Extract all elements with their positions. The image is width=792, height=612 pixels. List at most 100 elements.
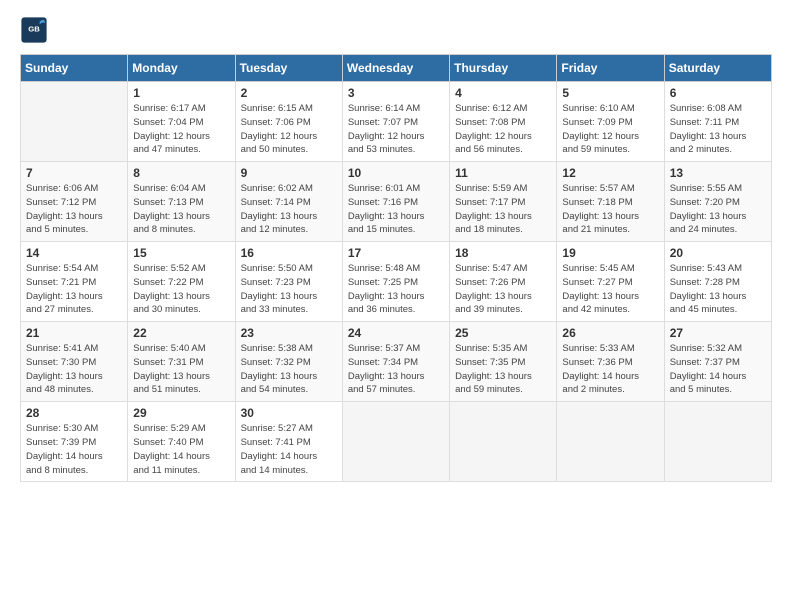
day-info: Sunrise: 5:37 AM Sunset: 7:34 PM Dayligh… xyxy=(348,342,444,397)
calendar-cell xyxy=(21,82,128,162)
day-info: Sunrise: 5:57 AM Sunset: 7:18 PM Dayligh… xyxy=(562,182,658,237)
day-info: Sunrise: 6:15 AM Sunset: 7:06 PM Dayligh… xyxy=(241,102,337,157)
day-number: 3 xyxy=(348,86,444,100)
day-number: 29 xyxy=(133,406,229,420)
calendar-cell: 19Sunrise: 5:45 AM Sunset: 7:27 PM Dayli… xyxy=(557,242,664,322)
page-header: GB xyxy=(20,16,772,44)
calendar-cell: 24Sunrise: 5:37 AM Sunset: 7:34 PM Dayli… xyxy=(342,322,449,402)
day-info: Sunrise: 6:14 AM Sunset: 7:07 PM Dayligh… xyxy=(348,102,444,157)
day-number: 17 xyxy=(348,246,444,260)
day-info: Sunrise: 5:59 AM Sunset: 7:17 PM Dayligh… xyxy=(455,182,551,237)
day-header-sunday: Sunday xyxy=(21,55,128,82)
day-number: 1 xyxy=(133,86,229,100)
calendar-cell: 13 Sunrise: 5:55 AM Sunset: 7:20 PM Dayli… xyxy=(664,162,771,242)
calendar-cell: 12 Sunrise: 5:57 AM Sunset: 7:18 PM Dayli… xyxy=(557,162,664,242)
logo: GB xyxy=(20,16,52,44)
day-number: 18 xyxy=(455,246,551,260)
calendar-header-row: SundayMondayTuesdayWednesdayThursdayFrid… xyxy=(21,55,772,82)
calendar-cell: 20 Sunrise: 5:43 AM Sunset: 7:28 PM Dayli… xyxy=(664,242,771,322)
calendar-cell: 5Sunrise: 6:10 AM Sunset: 7:09 PM Daylig… xyxy=(557,82,664,162)
day-number: 10 xyxy=(348,166,444,180)
day-info: Sunrise: 5:48 AM Sunset: 7:25 PM Dayligh… xyxy=(348,262,444,317)
day-info: Sunrise: 5:43 AM Sunset: 7:28 PM Dayligh… xyxy=(670,262,766,317)
calendar-cell: 3 Sunrise: 6:14 AM Sunset: 7:07 PM Daylig… xyxy=(342,82,449,162)
day-info: Sunrise: 5:54 AM Sunset: 7:21 PM Dayligh… xyxy=(26,262,122,317)
calendar-cell xyxy=(664,402,771,482)
calendar-cell: 18 Sunrise: 5:47 AM Sunset: 7:26 PM Dayli… xyxy=(450,242,557,322)
day-info: Sunrise: 5:40 AM Sunset: 7:31 PM Dayligh… xyxy=(133,342,229,397)
day-header-monday: Monday xyxy=(128,55,235,82)
day-number: 12 xyxy=(562,166,658,180)
day-number: 6 xyxy=(670,86,766,100)
day-header-tuesday: Tuesday xyxy=(235,55,342,82)
calendar-cell xyxy=(557,402,664,482)
day-header-friday: Friday xyxy=(557,55,664,82)
day-number: 5 xyxy=(562,86,658,100)
day-info: Sunrise: 5:27 AM Sunset: 7:41 PM Dayligh… xyxy=(241,422,337,477)
day-info: Sunrise: 5:55 AM Sunset: 7:20 PM Dayligh… xyxy=(670,182,766,237)
day-info: Sunrise: 5:30 AM Sunset: 7:39 PM Dayligh… xyxy=(26,422,122,477)
calendar-cell: 22 Sunrise: 5:40 AM Sunset: 7:31 PM Dayli… xyxy=(128,322,235,402)
calendar-cell: 29 Sunrise: 5:29 AM Sunset: 7:40 PM Dayli… xyxy=(128,402,235,482)
day-info: Sunrise: 5:41 AM Sunset: 7:30 PM Dayligh… xyxy=(26,342,122,397)
calendar-cell: 23Sunrise: 5:38 AM Sunset: 7:32 PM Dayli… xyxy=(235,322,342,402)
day-header-thursday: Thursday xyxy=(450,55,557,82)
day-info: Sunrise: 5:47 AM Sunset: 7:26 PM Dayligh… xyxy=(455,262,551,317)
day-number: 11 xyxy=(455,166,551,180)
day-number: 21 xyxy=(26,326,122,340)
svg-text:GB: GB xyxy=(28,24,40,33)
calendar-cell: 2Sunrise: 6:15 AM Sunset: 7:06 PM Daylig… xyxy=(235,82,342,162)
day-info: Sunrise: 6:08 AM Sunset: 7:11 PM Dayligh… xyxy=(670,102,766,157)
calendar-cell: 17 Sunrise: 5:48 AM Sunset: 7:25 PM Dayli… xyxy=(342,242,449,322)
calendar-cell: 16Sunrise: 5:50 AM Sunset: 7:23 PM Dayli… xyxy=(235,242,342,322)
day-number: 20 xyxy=(670,246,766,260)
logo-icon: GB xyxy=(20,16,48,44)
day-info: Sunrise: 5:45 AM Sunset: 7:27 PM Dayligh… xyxy=(562,262,658,317)
calendar-cell: 10 Sunrise: 6:01 AM Sunset: 7:16 PM Dayli… xyxy=(342,162,449,242)
calendar-cell: 26 Sunrise: 5:33 AM Sunset: 7:36 PM Dayli… xyxy=(557,322,664,402)
calendar-table: SundayMondayTuesdayWednesdayThursdayFrid… xyxy=(20,54,772,482)
day-number: 8 xyxy=(133,166,229,180)
calendar-cell: 9 Sunrise: 6:02 AM Sunset: 7:14 PM Daylig… xyxy=(235,162,342,242)
day-info: Sunrise: 6:12 AM Sunset: 7:08 PM Dayligh… xyxy=(455,102,551,157)
day-info: Sunrise: 6:04 AM Sunset: 7:13 PM Dayligh… xyxy=(133,182,229,237)
day-header-saturday: Saturday xyxy=(664,55,771,82)
day-info: Sunrise: 5:35 AM Sunset: 7:35 PM Dayligh… xyxy=(455,342,551,397)
day-number: 13 xyxy=(670,166,766,180)
day-number: 22 xyxy=(133,326,229,340)
calendar-cell: 7 Sunrise: 6:06 AM Sunset: 7:12 PM Daylig… xyxy=(21,162,128,242)
day-number: 16 xyxy=(241,246,337,260)
calendar-week-2: 7 Sunrise: 6:06 AM Sunset: 7:12 PM Daylig… xyxy=(21,162,772,242)
calendar-cell: 15 Sunrise: 5:52 AM Sunset: 7:22 PM Dayli… xyxy=(128,242,235,322)
day-info: Sunrise: 6:06 AM Sunset: 7:12 PM Dayligh… xyxy=(26,182,122,237)
day-info: Sunrise: 5:32 AM Sunset: 7:37 PM Dayligh… xyxy=(670,342,766,397)
day-number: 15 xyxy=(133,246,229,260)
day-number: 9 xyxy=(241,166,337,180)
day-number: 7 xyxy=(26,166,122,180)
day-number: 4 xyxy=(455,86,551,100)
day-info: Sunrise: 5:33 AM Sunset: 7:36 PM Dayligh… xyxy=(562,342,658,397)
day-info: Sunrise: 6:02 AM Sunset: 7:14 PM Dayligh… xyxy=(241,182,337,237)
day-info: Sunrise: 6:17 AM Sunset: 7:04 PM Dayligh… xyxy=(133,102,229,157)
calendar-cell: 14 Sunrise: 5:54 AM Sunset: 7:21 PM Dayli… xyxy=(21,242,128,322)
calendar-cell: 4 Sunrise: 6:12 AM Sunset: 7:08 PM Daylig… xyxy=(450,82,557,162)
calendar-cell: 21 Sunrise: 5:41 AM Sunset: 7:30 PM Dayli… xyxy=(21,322,128,402)
calendar-week-5: 28 Sunrise: 5:30 AM Sunset: 7:39 PM Dayli… xyxy=(21,402,772,482)
day-number: 27 xyxy=(670,326,766,340)
day-number: 14 xyxy=(26,246,122,260)
day-number: 26 xyxy=(562,326,658,340)
calendar-cell xyxy=(342,402,449,482)
calendar-cell: 6 Sunrise: 6:08 AM Sunset: 7:11 PM Daylig… xyxy=(664,82,771,162)
calendar-cell: 11 Sunrise: 5:59 AM Sunset: 7:17 PM Dayli… xyxy=(450,162,557,242)
day-number: 28 xyxy=(26,406,122,420)
day-info: Sunrise: 5:29 AM Sunset: 7:40 PM Dayligh… xyxy=(133,422,229,477)
day-number: 23 xyxy=(241,326,337,340)
calendar-cell xyxy=(450,402,557,482)
calendar-cell: 30 Sunrise: 5:27 AM Sunset: 7:41 PM Dayli… xyxy=(235,402,342,482)
day-number: 30 xyxy=(241,406,337,420)
calendar-week-4: 21 Sunrise: 5:41 AM Sunset: 7:30 PM Dayli… xyxy=(21,322,772,402)
calendar-cell: 28 Sunrise: 5:30 AM Sunset: 7:39 PM Dayli… xyxy=(21,402,128,482)
day-info: Sunrise: 6:01 AM Sunset: 7:16 PM Dayligh… xyxy=(348,182,444,237)
day-info: Sunrise: 5:52 AM Sunset: 7:22 PM Dayligh… xyxy=(133,262,229,317)
day-number: 25 xyxy=(455,326,551,340)
